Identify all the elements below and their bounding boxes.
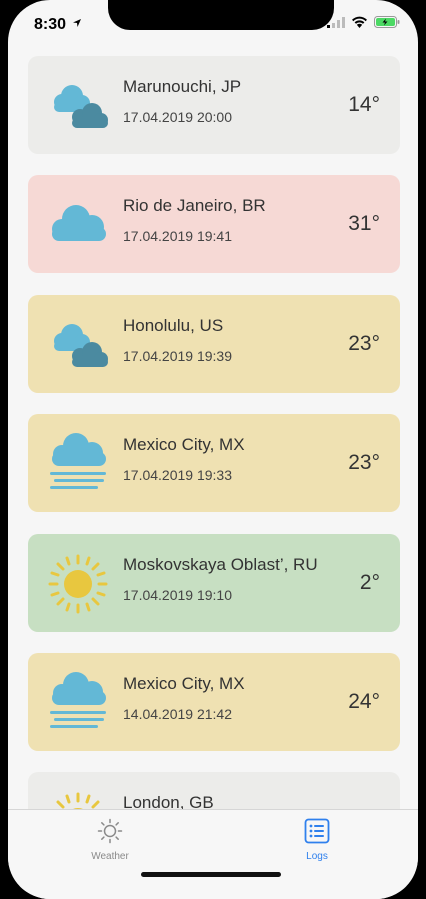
status-time: 8:30 bbox=[34, 16, 67, 33]
date-label: 14.04.2019 21:42 bbox=[123, 706, 232, 722]
temperature-label: 23° bbox=[348, 451, 380, 474]
partly-cloudy-icon bbox=[54, 85, 108, 128]
city-label: Rio de Janeiro, BR bbox=[123, 196, 266, 215]
city-label: Honolulu, US bbox=[123, 316, 224, 335]
log-card[interactable]: Moskovskaya Oblast’, RU 17.04.2019 19:10… bbox=[28, 534, 400, 632]
tab-logs[interactable]: Logs bbox=[267, 818, 367, 862]
city-label: Moskovskaya Oblast’, RU bbox=[123, 555, 318, 574]
battery-icon bbox=[374, 16, 400, 28]
fog-icon bbox=[50, 433, 106, 489]
fog-icon bbox=[50, 672, 106, 728]
tab-weather[interactable]: Weather bbox=[60, 818, 160, 862]
sun-outline-icon bbox=[97, 818, 123, 844]
tab-weather-label: Weather bbox=[91, 851, 129, 862]
city-label: London, GB bbox=[123, 793, 214, 810]
date-label: 17.04.2019 19:10 bbox=[123, 587, 232, 603]
date-label: 17.04.2019 20:00 bbox=[123, 109, 232, 125]
tab-logs-label: Logs bbox=[306, 851, 328, 862]
log-card[interactable]: Mexico City, MX 17.04.2019 19:33 23° bbox=[28, 414, 400, 512]
log-card[interactable]: Mexico City, MX 14.04.2019 21:42 24° bbox=[28, 653, 400, 751]
status-indicators bbox=[327, 16, 400, 28]
device-notch bbox=[108, 0, 334, 30]
date-label: 17.04.2019 19:39 bbox=[123, 348, 232, 364]
date-label: 17.04.2019 19:41 bbox=[123, 228, 232, 244]
sun-icon bbox=[56, 792, 100, 810]
city-label: Mexico City, MX bbox=[123, 435, 245, 454]
log-card[interactable]: Honolulu, US 17.04.2019 19:39 23° bbox=[28, 295, 400, 393]
home-indicator bbox=[141, 872, 281, 877]
log-card[interactable]: Marunouchi, JP 17.04.2019 20:00 14° bbox=[28, 56, 400, 154]
wifi-icon bbox=[352, 16, 367, 28]
sun-icon bbox=[48, 554, 108, 614]
location-arrow-icon bbox=[73, 19, 81, 27]
date-label: 17.04.2019 19:33 bbox=[123, 467, 232, 483]
log-card[interactable]: London, GB bbox=[28, 772, 400, 810]
temperature-label: 14° bbox=[348, 93, 380, 116]
tab-bar: Weather Logs bbox=[8, 809, 418, 899]
city-label: Marunouchi, JP bbox=[123, 77, 242, 96]
partly-cloudy-icon bbox=[54, 324, 108, 367]
cloud-icon bbox=[52, 205, 106, 241]
temperature-label: 2° bbox=[359, 571, 380, 594]
log-card[interactable]: Rio de Janeiro, BR 17.04.2019 19:41 31° bbox=[28, 175, 400, 273]
list-icon bbox=[304, 818, 330, 844]
log-list[interactable]: Marunouchi, JP 17.04.2019 20:00 14° Rio … bbox=[8, 0, 418, 810]
app-screen: 8:30 Marunouchi, JP 17.04.2019 20:00 14°… bbox=[8, 0, 418, 899]
temperature-label: 31° bbox=[348, 212, 380, 235]
temperature-label: 24° bbox=[348, 690, 380, 713]
temperature-label: 23° bbox=[348, 332, 380, 355]
city-label: Mexico City, MX bbox=[123, 674, 245, 693]
signal-icon bbox=[327, 16, 345, 28]
